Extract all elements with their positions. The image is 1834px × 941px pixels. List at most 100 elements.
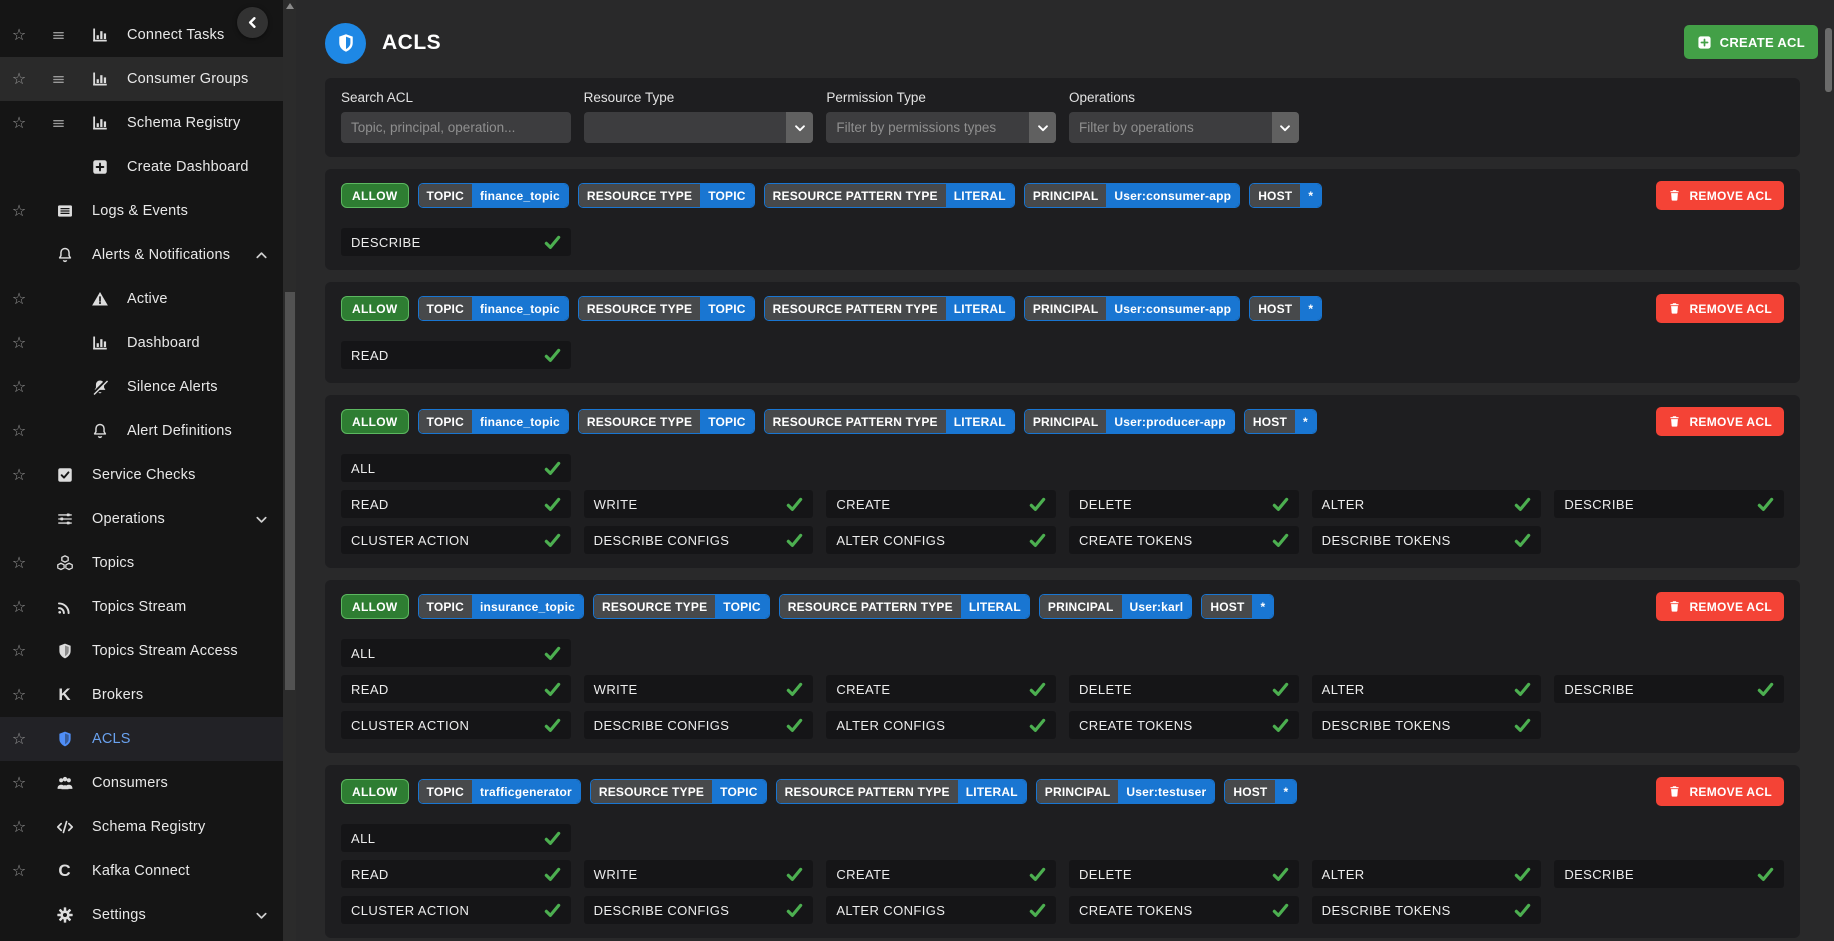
acl-card-header: ALLOWTOPICfinance_topicRESOURCE TYPETOPI…	[341, 181, 1784, 210]
operation-create: CREATE	[826, 860, 1056, 888]
operation-alter: ALTER	[1312, 675, 1542, 703]
operation-delete: DELETE	[1069, 860, 1299, 888]
chevron-up-icon[interactable]	[254, 248, 269, 263]
favorite-star-icon[interactable]: ☆	[9, 25, 29, 45]
sidebar-item-operations[interactable]: Operations	[0, 497, 283, 541]
acl-list: ALLOWTOPICfinance_topicRESOURCE TYPETOPI…	[325, 169, 1800, 938]
principal-chip-key: PRINCIPAL	[1025, 410, 1107, 433]
resource-type-select[interactable]	[584, 112, 814, 143]
sidebar-item-schema-registry[interactable]: ☆Schema Registry	[0, 101, 283, 145]
favorite-star-icon[interactable]: ☆	[9, 201, 29, 221]
chevron-down-icon[interactable]	[1272, 112, 1299, 143]
drag-handle-icon[interactable]	[51, 72, 67, 87]
sidebar-item-label: Connect Tasks	[127, 27, 224, 43]
check-icon	[1029, 717, 1046, 734]
operation-label: DESCRIBE	[1564, 497, 1634, 512]
favorite-star-icon[interactable]: ☆	[9, 465, 29, 485]
favorite-star-icon[interactable]: ☆	[9, 685, 29, 705]
favorite-star-icon[interactable]: ☆	[9, 421, 29, 441]
resource-type-chip-key: RESOURCE TYPE	[594, 595, 715, 618]
principal-chip: PRINCIPALUser:consumer-app	[1024, 296, 1240, 321]
operation-describe-configs: DESCRIBE CONFIGS	[584, 711, 814, 739]
remove-acl-button[interactable]: REMOVE ACL	[1656, 592, 1784, 621]
sliders-icon	[55, 510, 74, 529]
favorite-star-icon[interactable]: ☆	[9, 817, 29, 837]
favorite-star-icon[interactable]: ☆	[9, 553, 29, 573]
chart-icon	[90, 334, 109, 353]
favorite-star-icon[interactable]: ☆	[9, 597, 29, 617]
sidebar-item-kafka-connect[interactable]: ☆CKafka Connect	[0, 849, 283, 893]
trash-icon	[1668, 415, 1681, 428]
sidebar-item-topics-stream[interactable]: ☆Topics Stream	[0, 585, 283, 629]
sidebar-item-acls[interactable]: ☆ACLS	[0, 717, 283, 761]
favorite-star-icon[interactable]: ☆	[9, 861, 29, 881]
sidebar-item-label: Active	[127, 291, 168, 307]
sidebar-item-service-checks[interactable]: ☆Service Checks	[0, 453, 283, 497]
sidebar-item-dashboard[interactable]: ☆Dashboard	[0, 321, 283, 365]
principal-chip: PRINCIPALUser:consumer-app	[1024, 183, 1240, 208]
sidebar-item-logs-events[interactable]: ☆Logs & Events	[0, 189, 283, 233]
drag-handle-icon[interactable]	[51, 28, 67, 43]
sidebar-item-consumers[interactable]: ☆Consumers	[0, 761, 283, 805]
sidebar-item-topics-stream-access[interactable]: ☆Topics Stream Access	[0, 629, 283, 673]
resource-pattern-type-chip-key: RESOURCE PATTERN TYPE	[780, 595, 961, 618]
sidebar-item-settings[interactable]: Settings	[0, 893, 283, 937]
sidebar-item-create-dashboard[interactable]: Create Dashboard	[0, 145, 283, 189]
search-acl-input[interactable]	[341, 112, 571, 143]
favorite-star-icon[interactable]: ☆	[9, 333, 29, 353]
favorite-star-icon[interactable]: ☆	[9, 729, 29, 749]
remove-acl-button[interactable]: REMOVE ACL	[1656, 294, 1784, 323]
favorite-star-icon[interactable]: ☆	[9, 289, 29, 309]
operations-select[interactable]: Filter by operations	[1069, 112, 1299, 143]
sidebar-scrollbar-thumb[interactable]	[285, 292, 295, 690]
sidebar-item-consumer-groups[interactable]: ☆Consumer Groups	[0, 57, 283, 101]
trash-icon	[1668, 302, 1681, 315]
host-chip-value: *	[1275, 780, 1296, 803]
operation-delete: DELETE	[1069, 675, 1299, 703]
bell-icon	[55, 246, 74, 265]
favorite-star-icon[interactable]: ☆	[9, 377, 29, 397]
sidebar-item-alerts-notifications[interactable]: Alerts & Notifications	[0, 233, 283, 277]
sidebar-item-topics[interactable]: ☆Topics	[0, 541, 283, 585]
permission-type-select[interactable]: Filter by permissions types	[826, 112, 1056, 143]
operation-label: ALL	[351, 646, 375, 661]
drag-handle-icon[interactable]	[51, 116, 67, 131]
remove-acl-button[interactable]: REMOVE ACL	[1656, 181, 1784, 210]
favorite-star-icon[interactable]: ☆	[9, 773, 29, 793]
favorite-star-icon[interactable]: ☆	[9, 641, 29, 661]
sidebar-item-silence-alerts[interactable]: ☆ Silence Alerts	[0, 365, 283, 409]
resource-type-chip: RESOURCE TYPETOPIC	[593, 594, 770, 619]
sidebar-item-brokers[interactable]: ☆KBrokers	[0, 673, 283, 717]
check-icon	[1514, 532, 1531, 549]
resource-pattern-type-chip-value: LITERAL	[958, 780, 1026, 803]
favorite-star-icon[interactable]: ☆	[9, 113, 29, 133]
chevron-down-icon[interactable]	[254, 512, 269, 527]
favorite-star-icon[interactable]: ☆	[9, 69, 29, 89]
acl-card: ALLOWTOPICfinance_topicRESOURCE TYPETOPI…	[325, 395, 1800, 568]
operation-alter: ALTER	[1312, 490, 1542, 518]
sidebar-collapse-button[interactable]	[237, 7, 268, 38]
resource-pattern-type-chip-value: LITERAL	[946, 297, 1014, 320]
remove-acl-button[interactable]: REMOVE ACL	[1656, 777, 1784, 806]
chevron-down-icon[interactable]	[254, 908, 269, 923]
check-icon	[1514, 866, 1531, 883]
operations-placeholder: Filter by operations	[1069, 120, 1272, 135]
sidebar-scrollbar[interactable]	[283, 0, 296, 941]
acl-card-header: ALLOWTOPICtrafficgeneratorRESOURCE TYPET…	[341, 777, 1784, 806]
sidebar-item-active[interactable]: ☆ Active	[0, 277, 283, 321]
remove-acl-label: REMOVE ACL	[1689, 600, 1772, 614]
check-icon	[1029, 532, 1046, 549]
create-acl-button[interactable]: CREATE ACL	[1684, 25, 1818, 59]
operation-read: READ	[341, 341, 571, 369]
sidebar-item-alert-definitions[interactable]: ☆Alert Definitions	[0, 409, 283, 453]
main-scrollbar-thumb[interactable]	[1825, 28, 1832, 92]
scroll-up-arrow-icon[interactable]	[286, 3, 294, 9]
operation-row: CLUSTER ACTIONDESCRIBE CONFIGSALTER CONF…	[341, 526, 1784, 554]
rss-icon	[55, 598, 74, 617]
resource-pattern-type-chip-key: RESOURCE PATTERN TYPE	[777, 780, 958, 803]
remove-acl-button[interactable]: REMOVE ACL	[1656, 407, 1784, 436]
sidebar-item-schema-registry[interactable]: ☆Schema Registry	[0, 805, 283, 849]
chevron-down-icon[interactable]	[786, 112, 813, 143]
chevron-down-icon[interactable]	[1029, 112, 1056, 143]
sidebar-item-label: Silence Alerts	[127, 379, 218, 395]
